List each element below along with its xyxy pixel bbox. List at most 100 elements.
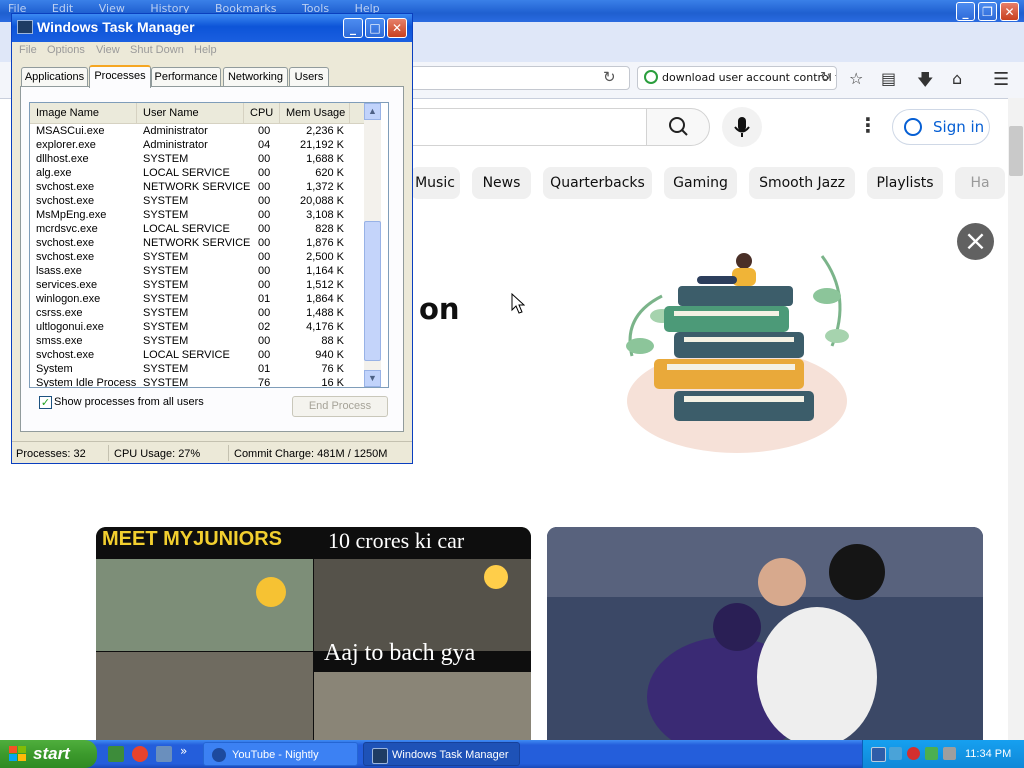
column-user-name[interactable]: User Name xyxy=(137,103,244,123)
taskbar-item-task-manager[interactable]: Windows Task Manager xyxy=(363,742,520,766)
tab-users[interactable]: Users xyxy=(289,67,329,86)
process-user-name: SYSTEM xyxy=(143,377,189,388)
show-desktop-icon[interactable] xyxy=(108,746,124,762)
chip-news[interactable]: News xyxy=(472,167,531,199)
page-scroll-thumb[interactable] xyxy=(1009,126,1023,176)
chip-quarterbacks[interactable]: Quarterbacks xyxy=(543,167,652,199)
menu-options[interactable]: Options xyxy=(47,44,85,56)
start-button[interactable]: start xyxy=(0,740,97,768)
browser-quicklaunch-icon[interactable] xyxy=(132,746,148,762)
search-go-icon[interactable]: ↻ xyxy=(820,67,831,89)
chip-partial[interactable]: Ha xyxy=(955,167,1005,199)
process-row[interactable]: MsMpEng.exe SYSTEM 00 3,108 K xyxy=(30,208,364,222)
tab-performance[interactable]: Performance xyxy=(151,67,221,86)
scroll-thumb[interactable] xyxy=(364,221,381,361)
browser-close-button[interactable]: ✕ xyxy=(1000,2,1019,21)
process-cpu: 76 xyxy=(258,377,271,388)
taskbar-item-youtube[interactable]: YouTube - Nightly xyxy=(203,742,358,766)
network-icon[interactable] xyxy=(871,747,886,762)
url-bar[interactable] xyxy=(410,66,630,90)
voice-search-button[interactable] xyxy=(722,107,762,147)
process-row[interactable]: svchost.exe LOCAL SERVICE 00 940 K xyxy=(30,348,364,362)
tab-processes[interactable]: Processes xyxy=(89,65,151,88)
process-row[interactable]: svchost.exe SYSTEM 00 2,500 K xyxy=(30,250,364,264)
chip-playlists[interactable]: Playlists xyxy=(867,167,943,199)
process-row[interactable]: MSASCui.exe Administrator 00 2,236 K xyxy=(30,124,364,138)
browser-restore-button[interactable]: ❐ xyxy=(978,2,997,21)
taskbar-item-label: YouTube - Nightly xyxy=(232,749,319,761)
process-mem-usage: 2,236 K xyxy=(306,125,344,137)
end-process-button[interactable]: End Process xyxy=(292,396,388,417)
process-row[interactable]: dllhost.exe SYSTEM 00 1,688 K xyxy=(30,152,364,166)
menu-view[interactable]: View xyxy=(96,44,120,56)
bookmarks-library-icon[interactable]: ▤ xyxy=(881,69,896,88)
video-thumbnail[interactable]: MEET MYJUNIORS 10 crores ki car Aaj to b… xyxy=(96,527,531,740)
process-cpu: 00 xyxy=(258,125,271,137)
volume-icon[interactable] xyxy=(943,747,956,760)
process-row[interactable]: alg.exe LOCAL SERVICE 00 620 K xyxy=(30,166,364,180)
tab-networking[interactable]: Networking xyxy=(223,67,288,86)
process-mem-usage: 2,500 K xyxy=(306,251,344,263)
show-all-users-checkbox[interactable]: ✓ xyxy=(39,396,52,409)
maximize-button[interactable]: □ xyxy=(365,18,385,38)
process-row[interactable]: csrss.exe SYSTEM 00 1,488 K xyxy=(30,306,364,320)
process-row[interactable]: lsass.exe SYSTEM 00 1,164 K xyxy=(30,264,364,278)
process-row[interactable]: svchost.exe NETWORK SERVICE 00 1,372 K xyxy=(30,180,364,194)
process-list-scrollbar[interactable]: ▲ ▼ xyxy=(364,103,381,387)
close-promo-button[interactable]: × xyxy=(957,223,994,260)
process-row[interactable]: svchost.exe SYSTEM 00 20,088 K xyxy=(30,194,364,208)
process-image-name: explorer.exe xyxy=(36,139,96,151)
chip-gaming[interactable]: Gaming xyxy=(664,167,737,199)
show-all-users-label[interactable]: Show processes from all users xyxy=(54,396,204,408)
youtube-search-input[interactable] xyxy=(410,108,646,146)
downloads-icon[interactable]: 🡇 xyxy=(917,69,933,96)
process-row[interactable]: winlogon.exe SYSTEM 01 1,864 K xyxy=(30,292,364,306)
task-manager-titlebar[interactable]: Windows Task Manager _ □ ✕ xyxy=(12,14,412,42)
bookmark-star-icon[interactable]: ☆ xyxy=(849,69,863,88)
close-button[interactable]: ✕ xyxy=(387,18,407,38)
process-row[interactable]: services.exe SYSTEM 00 1,512 K xyxy=(30,278,364,292)
search-bar[interactable]: download user account control f ↻ xyxy=(637,66,837,90)
quicklaunch-overflow-icon[interactable]: » xyxy=(180,744,187,758)
process-row[interactable]: System SYSTEM 01 76 K xyxy=(30,362,364,376)
process-row[interactable]: ultlogonui.exe SYSTEM 02 4,176 K xyxy=(30,320,364,334)
process-row[interactable]: System Idle Process SYSTEM 76 16 K xyxy=(30,376,364,388)
status-bar: Processes: 32 CPU Usage: 27% Commit Char… xyxy=(12,441,412,464)
process-cpu: 00 xyxy=(258,209,271,221)
security-alert-icon[interactable] xyxy=(907,747,920,760)
defender-icon[interactable] xyxy=(925,747,938,760)
process-image-name: svchost.exe xyxy=(36,237,95,249)
youtube-search-button[interactable] xyxy=(646,108,710,146)
chip-music[interactable]: Music xyxy=(410,167,460,199)
process-row[interactable]: smss.exe SYSTEM 00 88 K xyxy=(30,334,364,348)
column-cpu[interactable]: CPU xyxy=(244,103,280,123)
process-cpu: 00 xyxy=(258,279,271,291)
clock[interactable]: 11:34 PM xyxy=(965,740,1011,768)
media-player-icon[interactable] xyxy=(156,746,172,762)
process-row[interactable]: svchost.exe NETWORK SERVICE 00 1,876 K xyxy=(30,236,364,250)
more-options-icon[interactable]: ⋮ xyxy=(858,113,878,137)
tab-applications[interactable]: Applications xyxy=(21,67,88,86)
menu-shut-down[interactable]: Shut Down xyxy=(130,44,184,56)
reload-icon[interactable]: ↻ xyxy=(603,68,616,86)
process-row[interactable]: explorer.exe Administrator 04 21,192 K xyxy=(30,138,364,152)
sign-in-button[interactable]: Sign in xyxy=(892,109,990,145)
scroll-down-arrow-icon[interactable]: ▼ xyxy=(364,370,381,387)
tray-app-icon[interactable] xyxy=(889,747,902,760)
hamburger-menu-icon[interactable]: ☰ xyxy=(993,69,1009,90)
menu-file[interactable]: File xyxy=(19,44,37,56)
home-icon[interactable]: ⌂ xyxy=(952,69,962,88)
chip-smooth-jazz[interactable]: Smooth Jazz xyxy=(749,167,855,199)
browser-minimize-button[interactable]: _ xyxy=(956,2,975,21)
scroll-up-arrow-icon[interactable]: ▲ xyxy=(364,103,381,120)
sign-in-label: Sign in xyxy=(933,118,985,136)
minimize-button[interactable]: _ xyxy=(343,18,363,38)
process-row[interactable]: mcrdsvc.exe LOCAL SERVICE 00 828 K xyxy=(30,222,364,236)
video-thumbnail[interactable] xyxy=(547,527,983,740)
menu-help[interactable]: Help xyxy=(194,44,217,56)
page-scrollbar[interactable] xyxy=(1008,98,1024,740)
process-mem-usage: 21,192 K xyxy=(299,139,344,151)
column-mem-usage[interactable]: Mem Usage xyxy=(280,103,350,123)
process-list[interactable]: Image Name User Name CPU Mem Usage MSASC… xyxy=(29,102,389,388)
column-image-name[interactable]: Image Name xyxy=(30,103,137,123)
